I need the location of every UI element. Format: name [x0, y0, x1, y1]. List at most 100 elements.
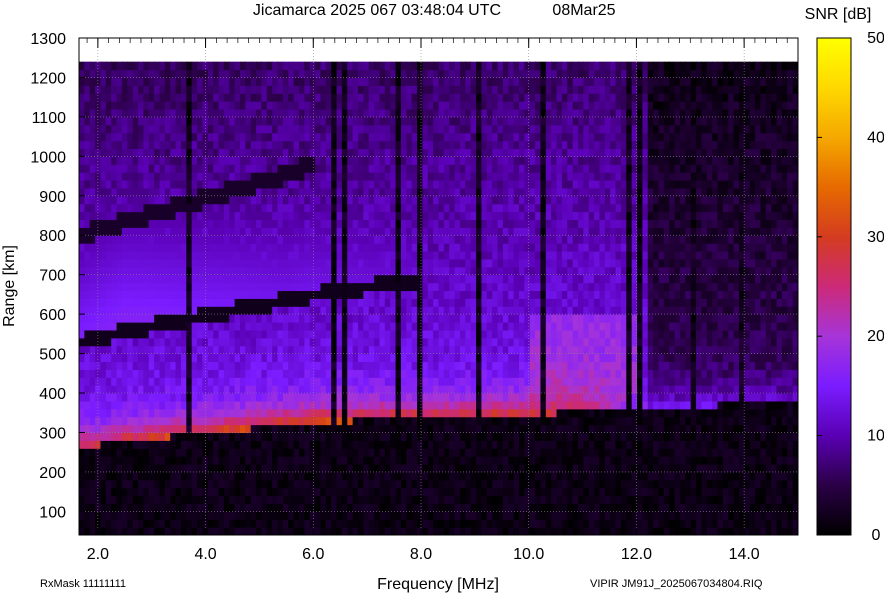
heatmap-cell [315, 329, 322, 339]
heatmap-cell [347, 385, 354, 394]
heatmap-cell [438, 180, 445, 189]
heatmap-cell [390, 156, 397, 165]
heatmap-cell [207, 290, 214, 299]
heatmap-cell [282, 266, 289, 276]
heatmap-cell [256, 180, 263, 189]
heatmap-cell [518, 227, 525, 236]
heatmap-cell [363, 503, 370, 512]
heatmap-cell [132, 156, 139, 165]
heatmap-cell [513, 353, 520, 363]
heatmap-cell [518, 329, 525, 339]
heatmap-cell [223, 274, 230, 284]
heatmap-cell [481, 172, 488, 181]
heatmap-cell [352, 345, 359, 355]
heatmap-cell [100, 377, 107, 386]
heatmap-cell [282, 487, 289, 497]
heatmap-cell [197, 243, 204, 252]
heatmap-cell [127, 227, 134, 236]
heatmap-cell [116, 424, 123, 434]
heatmap-cell [111, 93, 118, 102]
heatmap-cell [470, 282, 477, 292]
heatmap-cell [304, 282, 311, 292]
heatmap-cell [79, 495, 85, 505]
heatmap-cell [417, 314, 424, 323]
heatmap-cell [347, 219, 354, 228]
heatmap-cell [234, 164, 241, 173]
heatmap-cell [347, 400, 354, 410]
heatmap-cell [105, 424, 112, 434]
heatmap-cell [513, 219, 520, 228]
heatmap-cell [363, 471, 370, 481]
heatmap-cell [143, 243, 150, 252]
heatmap-cell [180, 180, 187, 189]
heatmap-cell [186, 337, 193, 347]
heatmap-cell [164, 329, 171, 339]
heatmap-cell [245, 298, 252, 307]
heatmap-cell [191, 424, 198, 434]
heatmap-cell [132, 511, 139, 520]
heatmap-cell [486, 519, 493, 528]
heatmap-cell [186, 479, 193, 489]
heatmap-cell [492, 408, 499, 418]
heatmap-cell [363, 172, 370, 181]
heatmap-cell [347, 211, 354, 221]
heatmap-cell [105, 511, 112, 520]
heatmap-cell [282, 432, 289, 441]
heatmap-cell [207, 227, 214, 236]
heatmap-cell [438, 85, 445, 94]
heatmap-cell [336, 440, 343, 449]
heatmap-cell [138, 251, 144, 260]
heatmap-cell [320, 377, 327, 386]
heatmap-cell [250, 266, 257, 276]
heatmap-cell [497, 69, 504, 79]
heatmap-cell [266, 266, 273, 276]
heatmap-cell [293, 306, 300, 315]
heatmap-cell [175, 519, 182, 528]
heatmap-cell [497, 511, 504, 520]
heatmap-cell [433, 140, 440, 150]
heatmap-cell [502, 448, 509, 457]
heatmap-cell [175, 377, 182, 386]
heatmap-cell [138, 116, 144, 126]
heatmap-cell [132, 227, 139, 236]
heatmap-cell [223, 243, 230, 252]
heatmap-cell [250, 369, 257, 378]
heatmap-cell [207, 124, 214, 134]
heatmap-cell [138, 298, 144, 307]
heatmap-cell [186, 471, 193, 481]
heatmap-cell [250, 61, 257, 71]
heatmap-cell [325, 219, 332, 228]
heatmap-cell [374, 369, 381, 378]
heatmap-cell [277, 243, 284, 252]
heatmap-cell [400, 440, 407, 449]
heatmap-cell [422, 140, 429, 150]
heatmap-cell [309, 314, 316, 323]
heatmap-cell [282, 258, 289, 268]
heatmap-cell [363, 479, 370, 489]
heatmap-cell [492, 156, 499, 165]
heatmap-cell [100, 274, 107, 284]
heatmap-cell [180, 393, 187, 402]
heatmap-cell [159, 148, 166, 157]
heatmap-cell [239, 282, 246, 292]
heatmap-cell [175, 148, 182, 157]
heatmap-cell [256, 511, 263, 520]
heatmap-cell [476, 274, 483, 284]
heatmap-cell [186, 424, 193, 434]
heatmap-cell [277, 85, 284, 94]
heatmap-cell [148, 487, 155, 497]
heatmap-cell [315, 519, 322, 528]
heatmap-cell [272, 464, 279, 473]
heatmap-cell [175, 266, 182, 276]
heatmap-cell [331, 116, 338, 126]
heatmap-cell [164, 314, 171, 323]
heatmap-cell [213, 416, 220, 426]
heatmap-cell [298, 456, 305, 465]
heatmap-cell [143, 101, 150, 110]
heatmap-cell [143, 227, 150, 236]
heatmap-cell [180, 164, 187, 173]
heatmap-cell [518, 353, 525, 363]
heatmap-cell [395, 448, 402, 457]
heatmap-cell [111, 69, 118, 79]
heatmap-cell [261, 345, 268, 355]
